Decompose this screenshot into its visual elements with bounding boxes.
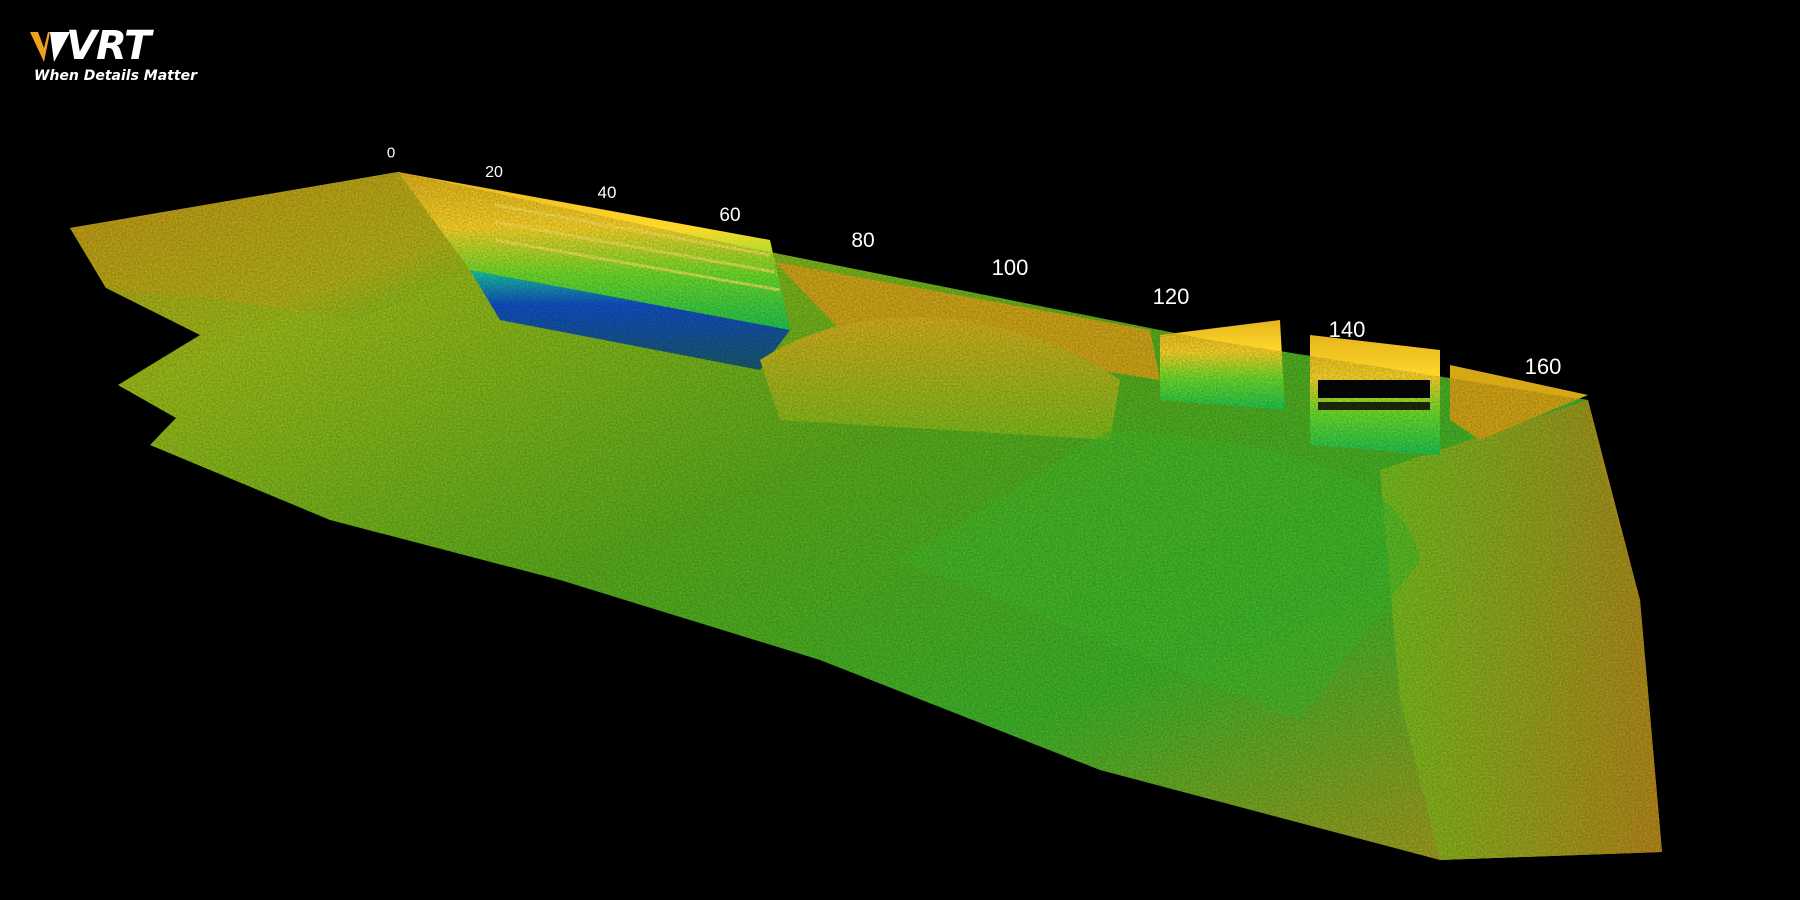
- scale-label-120: 120: [1152, 284, 1190, 309]
- scale-label-60: 60: [719, 205, 741, 226]
- scale-label-20: 20: [485, 164, 503, 181]
- logo-tagline: When Details Matter: [34, 68, 197, 84]
- scale-label-140: 140: [1328, 317, 1366, 342]
- scale-label-100: 100: [991, 255, 1029, 280]
- scale-label-80: 80: [851, 229, 875, 252]
- point-cloud-render: [70, 172, 1662, 860]
- vrt-logo: VRT When Details Matter: [28, 24, 197, 90]
- scale-label-0: 0: [386, 144, 396, 162]
- scale-label-160: 160: [1524, 354, 1562, 379]
- scale-label-40: 40: [597, 183, 617, 202]
- logo-brand: VRT: [66, 23, 151, 69]
- scan-viewer: 0 20 40 60 80 100 120 140 160 VRT When D…: [0, 0, 1800, 900]
